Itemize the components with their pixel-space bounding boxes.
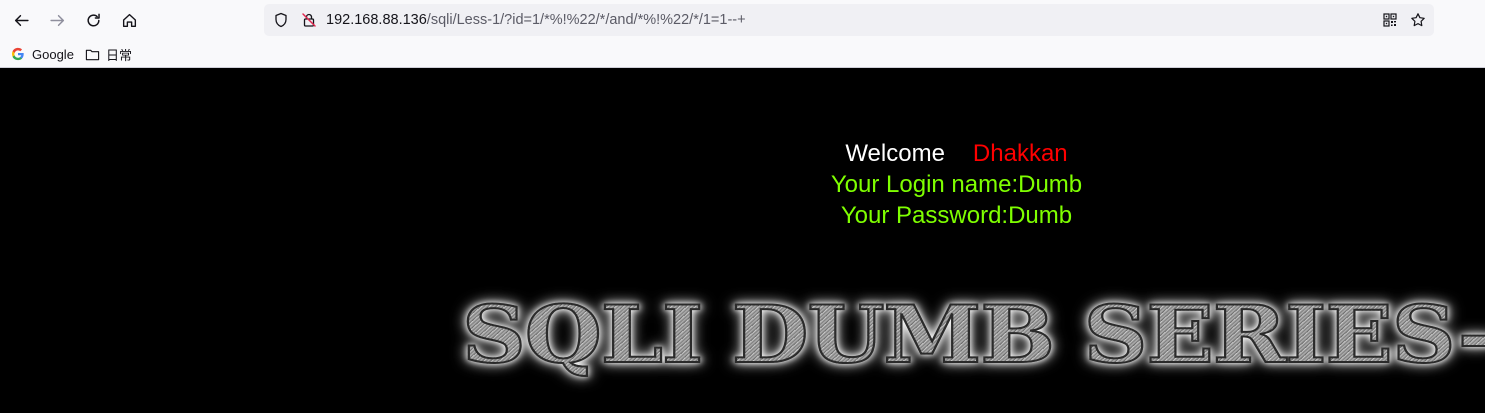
qr-code-icon[interactable]: [1381, 11, 1399, 29]
home-icon: [122, 13, 136, 27]
browser-toolbar: 192.168.88.136/sqli/Less-1/?id=1/*%!%22/…: [0, 0, 1485, 40]
bookmarks-bar: Google 日常: [0, 40, 1485, 68]
reload-icon: [86, 13, 100, 26]
welcome-word: Welcome: [845, 140, 945, 167]
password-result: Your Password:Dumb: [840, 202, 1073, 229]
home-button[interactable]: [115, 6, 143, 34]
forward-button[interactable]: [43, 6, 71, 34]
arrow-left-icon: [14, 14, 29, 26]
login-name-result: Your Login name:Dumb: [830, 171, 1083, 198]
bookmark-google[interactable]: Google: [10, 44, 74, 64]
url-text[interactable]: 192.168.88.136/sqli/Less-1/?id=1/*%!%22/…: [326, 4, 746, 36]
page-content: Welcome Dhakkan Your Login name:Dumb Your…: [0, 69, 1485, 413]
reload-button[interactable]: [79, 6, 107, 34]
insecure-lock-icon[interactable]: [300, 11, 318, 29]
bookmark-label: 日常: [106, 47, 133, 63]
google-icon: [10, 46, 26, 62]
bookmark-star-icon[interactable]: [1409, 11, 1427, 29]
title-banner: SQLI DUMB SERIES-1: [461, 294, 1485, 376]
url-host: 192.168.88.136: [326, 12, 427, 28]
folder-icon: [84, 46, 100, 62]
bookmark-folder[interactable]: 日常: [84, 44, 132, 64]
bookmark-label: Google: [32, 46, 74, 62]
welcome-message: Welcome Dhakkan: [0, 139, 1485, 169]
arrow-right-icon: [49, 14, 64, 26]
address-bar[interactable]: 192.168.88.136/sqli/Less-1/?id=1/*%!%22/…: [264, 4, 1434, 36]
shield-icon[interactable]: [272, 11, 290, 29]
banner-title: SQLI DUMB SERIES-1: [461, 294, 1485, 376]
welcome-name: Dhakkan: [972, 140, 1068, 167]
url-path: /sqli/Less-1/?id=1/*%!%22/*/and/*%!%22/*…: [426, 12, 746, 28]
back-button[interactable]: [7, 6, 35, 34]
